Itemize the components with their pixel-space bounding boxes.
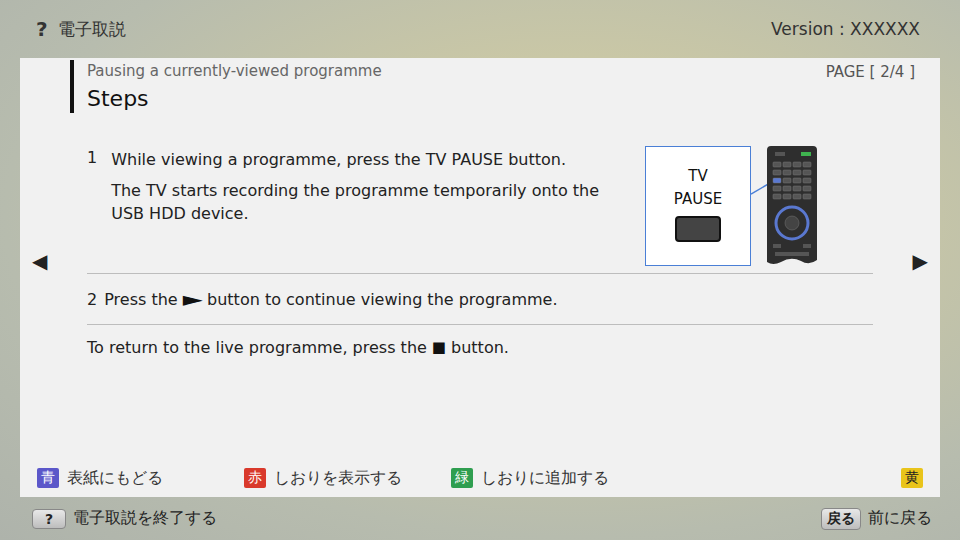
title: 電子取説: [58, 18, 126, 41]
breadcrumb: Pausing a currently-viewed programme: [87, 62, 382, 80]
step-row: 1 While viewing a programme, press the TV…: [87, 146, 873, 274]
step-number: 2: [87, 290, 97, 309]
remote-key: ?: [32, 509, 66, 529]
color-key-bar: 青表紙にもどる赤しおりを表示する緑しおりに追加する黄: [20, 459, 940, 497]
app-title: ? 電子取説: [36, 17, 126, 41]
color-key-label: しおりを表示する: [274, 468, 402, 489]
remote-figure: TVPAUSE: [645, 146, 821, 268]
color-key-label: 表紙にもどる: [67, 468, 163, 489]
page-indicator: PAGE [ 2/4 ]: [826, 63, 915, 81]
remote-key: 戻る: [821, 508, 861, 530]
note-text: To return to the live programme, press t…: [87, 338, 427, 357]
top-bar: ? 電子取説 Version : XXXXXX: [0, 0, 960, 58]
color-key-label: しおりに追加する: [481, 468, 609, 489]
color-key: 黄: [901, 468, 923, 488]
page-body: ◀ 1 While viewing a programme, press the T…: [20, 113, 940, 459]
color-key-item[interactable]: 黄: [901, 468, 923, 488]
footer: ? 電子取説を終了する 戻る前に戻る: [0, 497, 960, 540]
heading: Steps: [87, 86, 382, 111]
title-block: Pausing a currently-viewed programme Step…: [70, 60, 382, 113]
step-body: While viewing a programme, press the TV …: [111, 148, 631, 226]
version: Version : XXXXXX: [771, 19, 920, 39]
callout-label: TV: [688, 165, 707, 188]
button-callout: TVPAUSE: [645, 146, 751, 266]
step-text: button to continue viewing the programme…: [207, 290, 558, 309]
page-panel: Pausing a currently-viewed programme Step…: [20, 58, 940, 497]
exit-manual-button[interactable]: ? 電子取説を終了する: [32, 508, 217, 529]
tv-pause-button-icon: [675, 216, 721, 242]
page-header: Pausing a currently-viewed programme Step…: [20, 58, 940, 113]
next-page-button[interactable]: ▶: [913, 249, 940, 273]
color-key: 青: [37, 468, 59, 488]
note-row: To return to the live programme, press t…: [87, 325, 873, 369]
remote-control-icon: [751, 146, 821, 268]
step-detail: The TV starts recording the programme te…: [111, 179, 631, 225]
color-key-item[interactable]: 赤しおりを表示する: [244, 468, 451, 489]
step-instruction: While viewing a programme, press the TV …: [111, 148, 631, 171]
footer-label: 電子取説を終了する: [73, 508, 217, 529]
color-key: 緑: [451, 468, 473, 488]
steps: 1 While viewing a programme, press the TV…: [87, 113, 873, 459]
footer-label: 前に戻る: [868, 508, 932, 529]
color-key-item[interactable]: 緑しおりに追加する: [451, 468, 658, 489]
step-row: 2 Press the ► button to continue viewing th…: [87, 274, 873, 325]
callout-label: PAUSE: [674, 188, 722, 211]
step-number: 1: [87, 148, 97, 226]
color-key: 赤: [244, 468, 266, 488]
help-icon: ?: [36, 17, 48, 41]
stop-icon: ■: [432, 338, 446, 356]
step-text: Press the: [104, 290, 177, 309]
step-text: 1 While viewing a programme, press the TV…: [87, 146, 631, 226]
note-text: button.: [451, 338, 509, 357]
play-icon: ►: [182, 287, 202, 311]
back-button[interactable]: 戻る前に戻る: [821, 508, 932, 530]
e-manual-screen: ? 電子取説 Version : XXXXXX Pausing a currently…: [0, 0, 960, 540]
prev-page-button[interactable]: ◀: [20, 249, 47, 273]
color-key-item[interactable]: 青表紙にもどる: [37, 468, 244, 489]
